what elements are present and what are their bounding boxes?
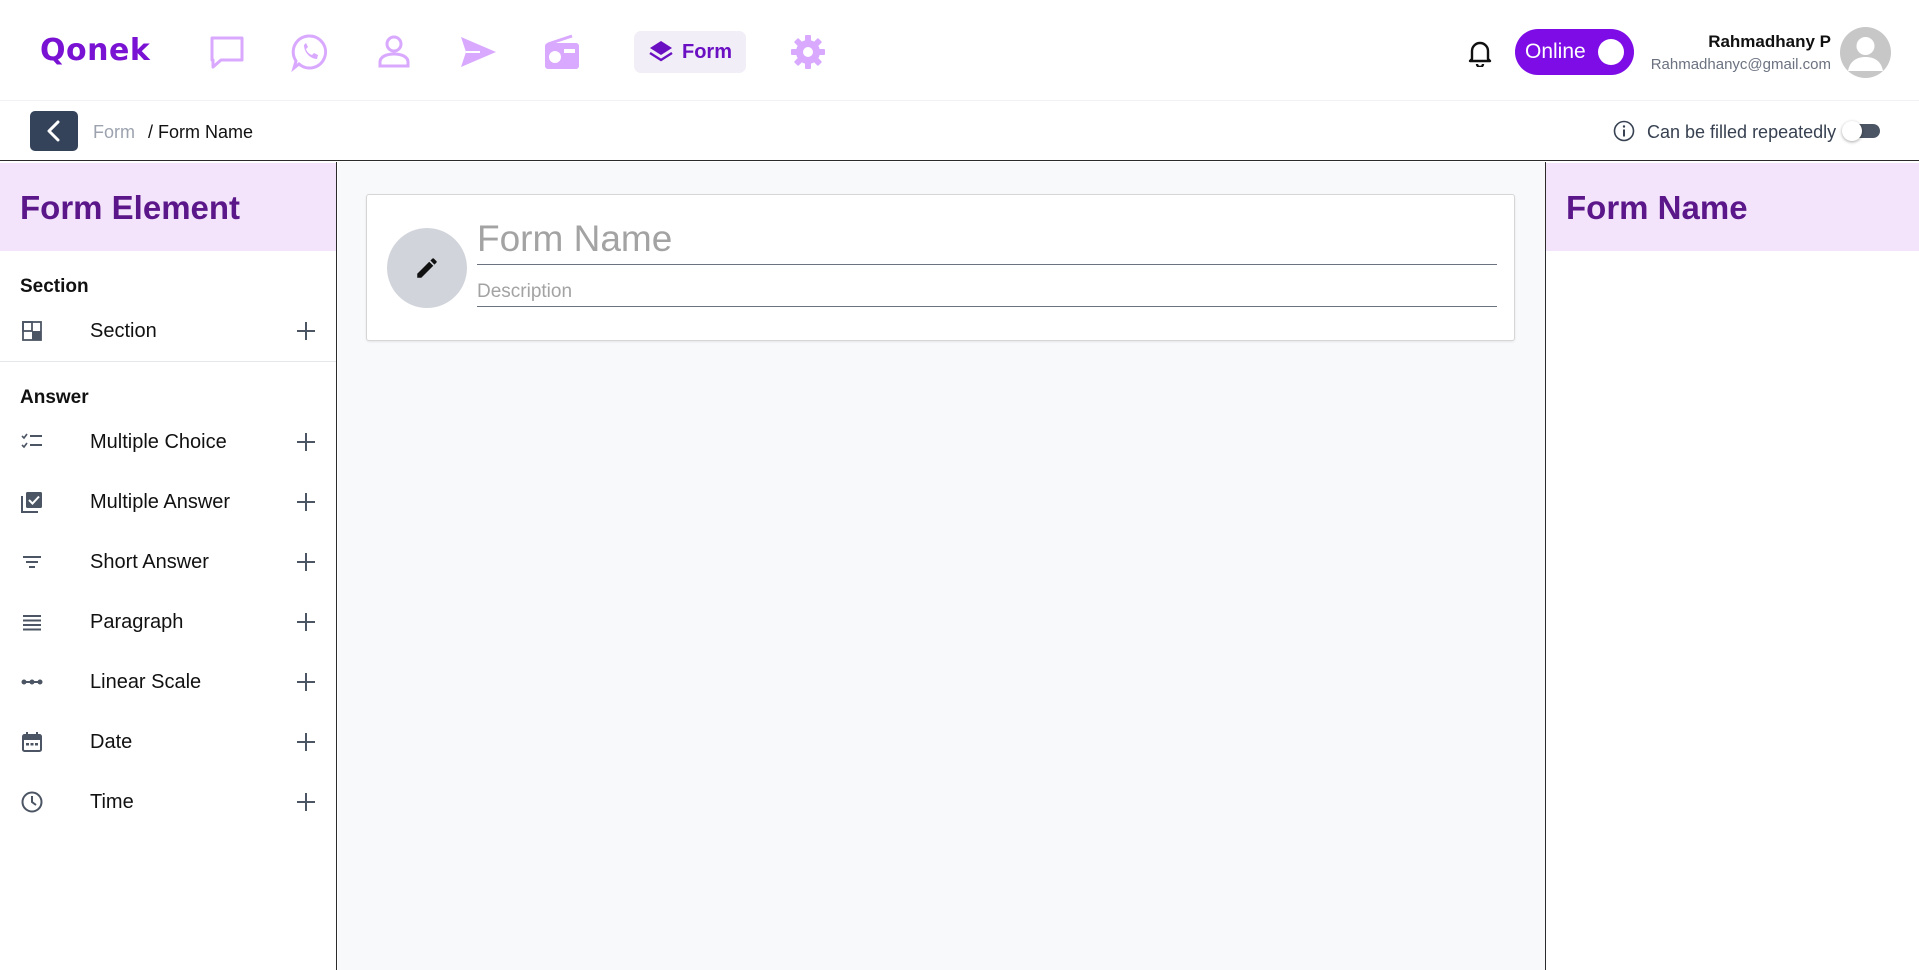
element-label: Paragraph bbox=[90, 611, 184, 633]
element-item-section[interactable]: Section bbox=[0, 308, 336, 354]
notification-bell-icon[interactable] bbox=[1466, 38, 1494, 68]
form-canvas bbox=[338, 162, 1545, 970]
element-item-linear-scale[interactable]: Linear Scale bbox=[0, 659, 336, 705]
panel-title: Form Element bbox=[20, 189, 241, 226]
divider bbox=[0, 361, 336, 362]
paragraph-icon bbox=[23, 615, 41, 631]
element-item-time[interactable]: Time bbox=[0, 779, 336, 825]
add-icon[interactable] bbox=[294, 790, 318, 814]
short-text-icon bbox=[23, 556, 41, 568]
checklist-icon bbox=[21, 433, 42, 449]
edit-button[interactable] bbox=[387, 228, 467, 308]
calendar-icon bbox=[22, 732, 42, 752]
add-icon[interactable] bbox=[294, 550, 318, 574]
layers-icon bbox=[649, 41, 673, 62]
element-label: Multiple Answer bbox=[90, 491, 231, 513]
panel-header: Form Name bbox=[1546, 163, 1919, 251]
element-item-paragraph[interactable]: Paragraph bbox=[0, 599, 336, 645]
element-label: Date bbox=[90, 731, 133, 753]
contact-icon[interactable] bbox=[372, 30, 416, 74]
back-button[interactable] bbox=[30, 111, 78, 151]
preview-title: Form Name bbox=[1566, 189, 1748, 226]
element-item-multiple-choice[interactable]: Multiple Choice bbox=[0, 419, 336, 465]
whatsapp-icon[interactable] bbox=[288, 30, 332, 74]
element-label: Linear Scale bbox=[90, 671, 202, 693]
repeat-fill-toggle[interactable] bbox=[1842, 121, 1880, 141]
user-name: Rahmadhany P bbox=[1708, 32, 1831, 51]
checkbox-icon bbox=[21, 492, 42, 513]
add-icon[interactable] bbox=[294, 490, 318, 514]
info-icon[interactable] bbox=[1613, 120, 1635, 142]
form-element-panel: Form Element Section Section Answer Mult… bbox=[0, 162, 337, 970]
nav-form-tab[interactable]: Form bbox=[634, 31, 746, 73]
repeat-fill-label: Can be filled repeatedly bbox=[1647, 122, 1837, 142]
add-icon[interactable] bbox=[294, 610, 318, 634]
online-status-toggle[interactable]: Online bbox=[1515, 29, 1634, 75]
nav-form-label: Form bbox=[682, 40, 732, 63]
top-navbar: Qonek Form Online Rahmadhany P Rahmadhan… bbox=[0, 0, 1919, 101]
send-icon[interactable] bbox=[456, 30, 500, 74]
element-label: Short Answer bbox=[90, 551, 209, 573]
app-logo[interactable]: Qonek bbox=[40, 34, 150, 68]
form-header-card bbox=[366, 194, 1515, 341]
form-preview-panel: Form Name bbox=[1545, 162, 1919, 970]
chevron-left-icon bbox=[47, 120, 60, 142]
add-icon[interactable] bbox=[294, 730, 318, 754]
radio-icon[interactable] bbox=[540, 30, 584, 74]
chat-icon[interactable] bbox=[205, 30, 249, 74]
add-icon[interactable] bbox=[294, 319, 318, 343]
element-item-short-answer[interactable]: Short Answer bbox=[0, 539, 336, 585]
add-icon[interactable] bbox=[294, 430, 318, 454]
toggle-knob bbox=[1598, 39, 1624, 65]
form-name-input[interactable] bbox=[477, 213, 1497, 265]
toggle-knob bbox=[1842, 121, 1862, 141]
online-status-label: Online bbox=[1525, 40, 1586, 63]
group-title-section: Section bbox=[20, 276, 89, 297]
group-title-answer: Answer bbox=[20, 387, 89, 408]
element-label: Time bbox=[90, 791, 134, 813]
element-label: Section bbox=[90, 320, 157, 342]
user-email: Rahmadhanyc@gmail.com bbox=[1650, 56, 1831, 73]
pencil-icon bbox=[417, 258, 437, 278]
sub-header: Form / Form Name Can be filled repeatedl… bbox=[0, 101, 1919, 161]
breadcrumb-current: / Form Name bbox=[148, 122, 254, 142]
element-item-date[interactable]: Date bbox=[0, 719, 336, 765]
add-icon[interactable] bbox=[294, 670, 318, 694]
element-label: Multiple Choice bbox=[90, 431, 227, 453]
breadcrumb-form[interactable]: Form bbox=[93, 122, 135, 143]
section-icon bbox=[22, 321, 42, 341]
form-description-input[interactable] bbox=[477, 277, 1497, 307]
linear-scale-icon bbox=[21, 679, 43, 685]
gear-icon[interactable] bbox=[786, 30, 830, 74]
element-item-multiple-answer[interactable]: Multiple Answer bbox=[0, 479, 336, 525]
avatar[interactable] bbox=[1840, 27, 1891, 78]
panel-header: Form Element bbox=[0, 163, 336, 251]
clock-icon bbox=[21, 791, 43, 813]
